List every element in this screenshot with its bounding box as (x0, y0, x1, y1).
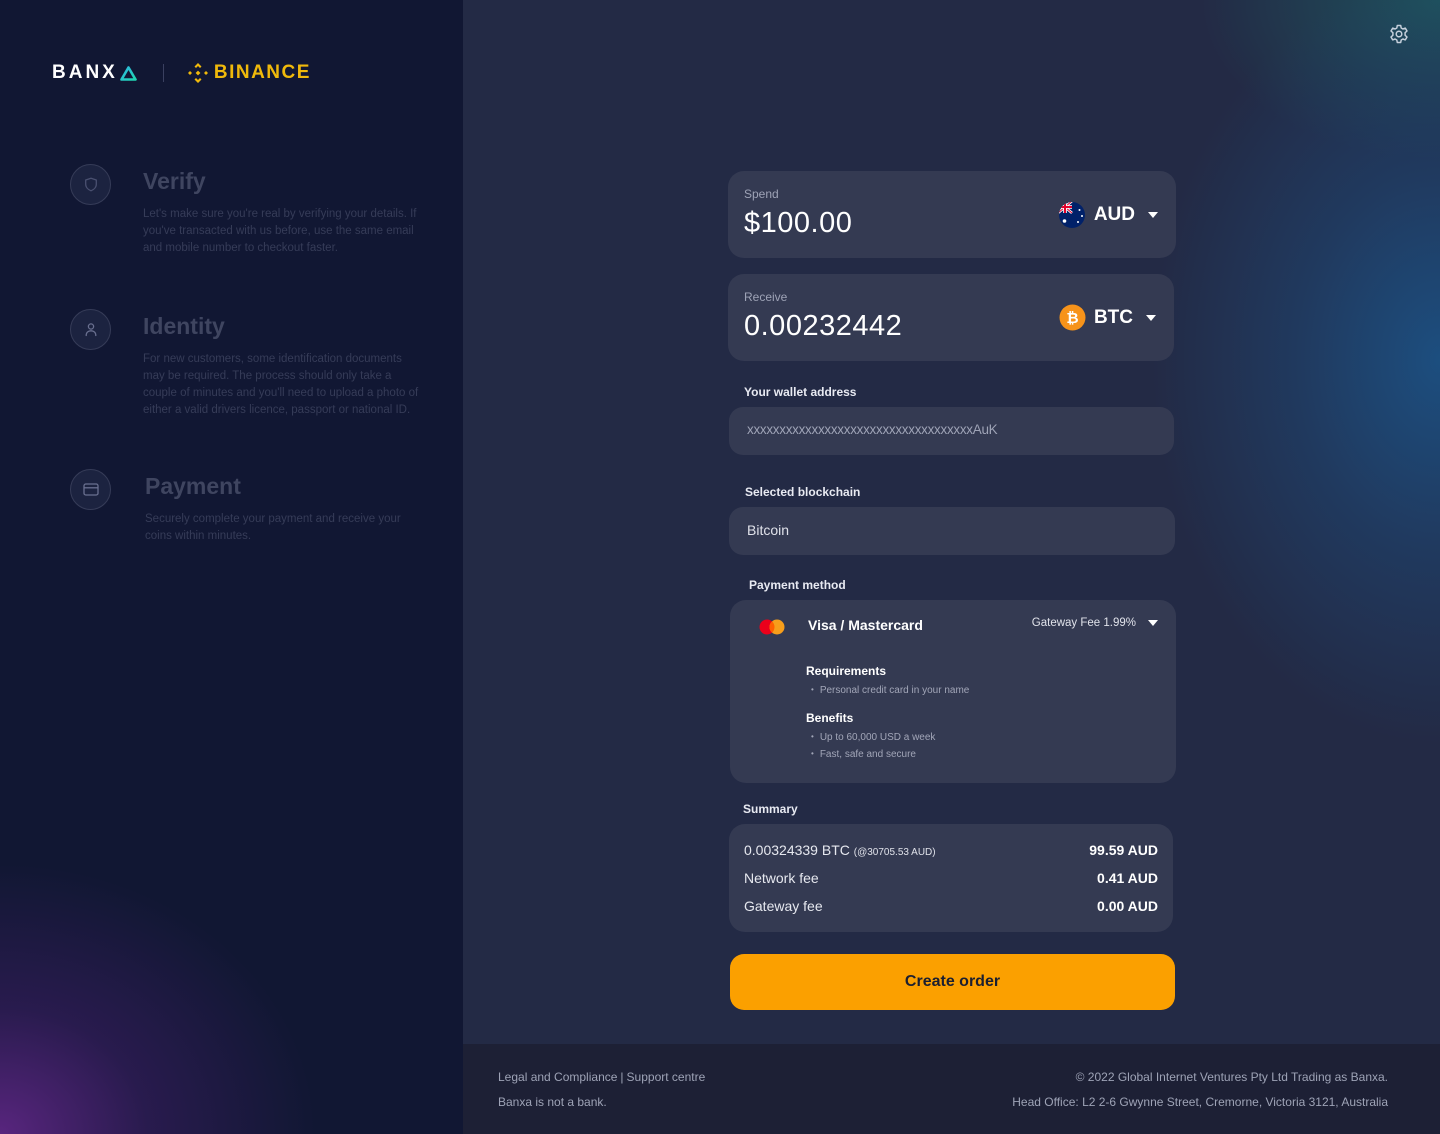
footer-disclaimer: Banxa is not a bank. (498, 1095, 607, 1109)
summary-row: Gateway fee 0.00 AUD (744, 898, 1158, 914)
step-verify-icon-circle (70, 164, 111, 205)
legal-compliance-link[interactable]: Legal and Compliance (498, 1070, 617, 1084)
requirements-title: Requirements (806, 664, 887, 678)
blockchain-input[interactable]: Bitcoin (729, 507, 1175, 555)
step-identity-title: Identity (143, 313, 225, 339)
step-verify: Verify Let's make sure you're real by ve… (70, 164, 430, 274)
banxa-logo: BANX (52, 62, 137, 84)
chevron-down-icon (1148, 620, 1158, 626)
sidebar: BANX BINANCE Verify Let's make sure you'… (0, 0, 463, 1134)
chevron-down-icon (1146, 314, 1156, 321)
binance-diamond-icon (187, 63, 208, 83)
mastercard-icon (759, 619, 785, 635)
footer-address: Head Office: L2 2-6 Gwynne Street, Cremo… (1012, 1095, 1388, 1109)
shield-icon (84, 177, 97, 192)
step-payment-icon-circle (70, 469, 111, 510)
step-payment-title: Payment (145, 473, 241, 499)
wallet-address-label: Your wallet address (744, 385, 857, 399)
banxa-wordmark: BANX (52, 62, 118, 83)
receive-label: Receive (744, 290, 788, 304)
logo-divider (162, 64, 164, 82)
step-payment-description: Securely complete your payment and recei… (145, 513, 401, 542)
main-panel: Spend $100.00 AUD Receive 0.00232442 ₿ B… (463, 0, 1440, 1044)
footer-link-separator: | (620, 1070, 624, 1084)
credit-card-icon (82, 483, 99, 496)
summary-row-key: Gateway fee (744, 898, 823, 914)
bitcoin-icon: ₿ (1059, 304, 1086, 331)
payment-method-fee-dropdown[interactable]: Gateway Fee 1.99% (1032, 617, 1158, 629)
payment-method-label: Payment method (749, 578, 846, 592)
wallet-address-input[interactable]: xxxxxxxxxxxxxxxxxxxxxxxxxxxxxxxxxxxAuK (729, 407, 1174, 455)
footer-links: Legal and Compliance | Support centre (498, 1070, 705, 1084)
logo-row: BANX BINANCE (52, 60, 311, 86)
banxa-triangle-icon (120, 65, 137, 81)
benefits-title: Benefits (806, 711, 854, 725)
gear-icon (1390, 24, 1408, 44)
summary-label: Summary (743, 802, 798, 816)
support-centre-link[interactable]: Support centre (627, 1070, 706, 1084)
blockchain-value: Bitcoin (747, 522, 790, 538)
chevron-down-icon (1148, 212, 1158, 218)
create-order-button[interactable]: Create order (730, 954, 1175, 1010)
receive-card: Receive 0.00232442 ₿ BTC (728, 274, 1174, 361)
binance-wordmark: BINANCE (213, 62, 311, 83)
summary-rate: (@30705.53 AUD) (853, 847, 936, 858)
benefit-item: Up to 60,000 USD a week (811, 732, 936, 743)
australia-flag-icon (1058, 202, 1085, 228)
svg-text:₿: ₿ (1066, 309, 1078, 327)
summary-row-key: 0.00324339 BTC (@30705.53 AUD) (744, 842, 936, 858)
summary-btc-amount: 0.00324339 BTC (744, 842, 850, 858)
receive-currency-code: BTC (1093, 306, 1133, 328)
payment-method-name: Visa / Mastercard (808, 617, 923, 633)
requirement-item: Personal credit card in your name (811, 685, 970, 696)
receive-currency-select[interactable]: ₿ BTC (1059, 304, 1156, 331)
summary-row-key: Network fee (744, 870, 819, 886)
summary-row: Network fee 0.41 AUD (744, 870, 1158, 886)
step-verify-title: Verify (143, 168, 206, 194)
summary-row-value: 99.59 AUD (1089, 842, 1158, 858)
receive-amount-input[interactable]: 0.00232442 (744, 310, 902, 343)
binance-logo: BINANCE (186, 61, 311, 85)
spend-currency-select[interactable]: AUD (1058, 201, 1158, 229)
benefit-item: Fast, safe and secure (811, 749, 916, 760)
footer: Legal and Compliance | Support centre Ba… (463, 1044, 1440, 1134)
blockchain-label: Selected blockchain (745, 485, 861, 499)
step-identity: Identity For new customers, some identif… (70, 309, 430, 439)
payment-method-card[interactable]: Visa / Mastercard Gateway Fee 1.99% Requ… (730, 600, 1176, 783)
summary-row: 0.00324339 BTC (@30705.53 AUD) 99.59 AUD (744, 842, 1158, 858)
summary-row-value: 0.00 AUD (1097, 898, 1158, 914)
spend-currency-code: AUD (1093, 204, 1135, 225)
spend-amount-input[interactable]: $100.00 (744, 207, 852, 240)
spend-card: Spend $100.00 AUD (728, 171, 1176, 258)
step-verify-description: Let's make sure you're real by verifying… (143, 208, 417, 254)
user-icon (85, 323, 96, 337)
step-identity-description: For new customers, some identification d… (143, 353, 419, 416)
spend-label: Spend (744, 187, 779, 201)
summary-row-value: 0.41 AUD (1097, 870, 1158, 886)
wallet-address-value: xxxxxxxxxxxxxxxxxxxxxxxxxxxxxxxxxxxAuK (747, 422, 998, 437)
footer-copyright: © 2022 Global Internet Ventures Pty Ltd … (1075, 1070, 1388, 1084)
summary-card: 0.00324339 BTC (@30705.53 AUD) 99.59 AUD… (729, 824, 1173, 932)
gateway-fee-text: Gateway Fee 1.99% (1031, 617, 1136, 629)
settings-button[interactable] (1387, 22, 1411, 46)
step-payment: Payment Securely complete your payment a… (70, 469, 430, 549)
step-identity-icon-circle (70, 309, 111, 350)
